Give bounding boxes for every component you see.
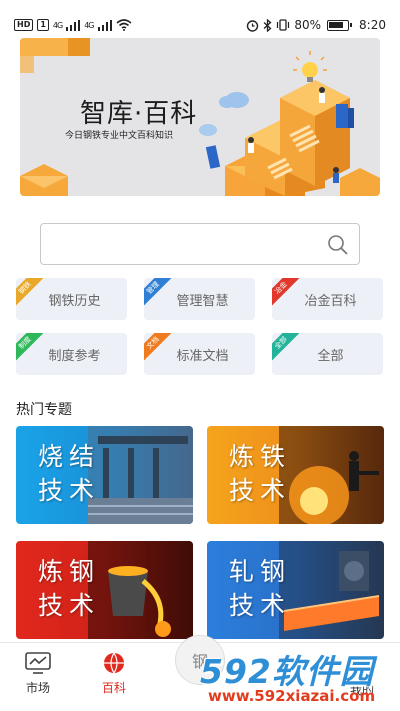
status-left: HD 1 4G 4G bbox=[14, 19, 132, 31]
clock: 8:20 bbox=[359, 18, 386, 32]
search-icon[interactable] bbox=[327, 234, 349, 256]
category-label: 钢铁历史 bbox=[48, 293, 101, 309]
hd-badge: HD bbox=[14, 19, 34, 31]
topic-card-ironmaking[interactable]: 炼铁 技术 bbox=[207, 426, 384, 524]
topic-title-line2: 技术 bbox=[38, 476, 101, 505]
topic-title: 炼钢 技术 bbox=[38, 555, 108, 623]
watermark-url: www.592xiazai.com bbox=[208, 687, 376, 705]
topic-card-steelmaking[interactable]: 炼钢 技术 bbox=[16, 541, 193, 639]
market-chart-icon bbox=[25, 652, 51, 674]
topic-title: 烧结 技术 bbox=[38, 440, 108, 508]
signal-icon bbox=[66, 19, 81, 31]
tab-market-label: 市场 bbox=[25, 681, 50, 695]
category-tag: 管理 bbox=[144, 278, 173, 308]
encyclopedia-globe-icon bbox=[104, 652, 124, 674]
status-right: 80% 8:20 bbox=[246, 18, 386, 32]
category-label: 全部 bbox=[317, 348, 344, 364]
signal-icon-2 bbox=[97, 19, 112, 31]
section-title-hot-topics: 热门专题 bbox=[16, 402, 72, 418]
battery-icon bbox=[327, 19, 353, 31]
category-label: 冶金百科 bbox=[304, 293, 357, 309]
category-tag: 文档 bbox=[144, 333, 173, 363]
category-tag: 制度 bbox=[16, 333, 45, 363]
hero-banner[interactable]: 智库·百科 今日钢铁专业中文百科知识 bbox=[20, 38, 380, 196]
category-label: 管理智慧 bbox=[176, 293, 229, 309]
topic-title-line1: 轧钢 bbox=[229, 557, 292, 586]
category-tag: 钢铁 bbox=[16, 278, 45, 308]
category-metallurgy[interactable]: 冶金 冶金百科 bbox=[272, 278, 383, 320]
banner-subtitle: 今日钢铁专业中文百科知识 bbox=[65, 131, 174, 141]
tab-encyclopedia[interactable]: 百科 bbox=[84, 651, 144, 696]
banner-illustration bbox=[20, 38, 380, 196]
category-management[interactable]: 管理 管理智慧 bbox=[144, 278, 255, 320]
search-input[interactable] bbox=[41, 224, 311, 264]
category-all[interactable]: 全部 全部 bbox=[272, 333, 383, 375]
category-standards[interactable]: 文档 标准文档 bbox=[144, 333, 255, 375]
watermark-logo: 592软件园 www.592xiazai.com bbox=[198, 645, 398, 709]
topic-card-rolling[interactable]: 轧钢 技术 bbox=[207, 541, 384, 639]
category-label: 标准文档 bbox=[176, 348, 229, 364]
alarm-icon bbox=[247, 19, 259, 32]
network-type-1: 4G bbox=[52, 20, 63, 30]
tab-encyclopedia-label: 百科 bbox=[101, 681, 126, 695]
topic-title: 轧钢 技术 bbox=[229, 555, 299, 623]
wifi-icon bbox=[115, 19, 132, 31]
bluetooth-icon bbox=[263, 18, 272, 32]
topic-title-line2: 技术 bbox=[38, 591, 101, 620]
topic-title-line1: 炼铁 bbox=[229, 442, 292, 471]
battery-percent: 80% bbox=[294, 18, 322, 32]
topic-title-line2: 技术 bbox=[229, 476, 292, 505]
topic-card-sintering[interactable]: 烧结 技术 bbox=[16, 426, 193, 524]
sim-badge: 1 bbox=[37, 19, 49, 31]
category-tag: 冶金 bbox=[272, 278, 301, 308]
category-grid: 钢铁 钢铁历史 管理 管理智慧 冶金 冶金百科 制度 制度参考 文档 标准文档 … bbox=[16, 278, 386, 375]
topic-title: 炼铁 技术 bbox=[229, 440, 299, 508]
category-steel-history[interactable]: 钢铁 钢铁历史 bbox=[16, 278, 127, 320]
topic-title-line2: 技术 bbox=[229, 591, 292, 620]
category-label: 制度参考 bbox=[48, 348, 101, 364]
watermark-brand: 592软件园 bbox=[200, 652, 374, 691]
topic-title-line1: 炼钢 bbox=[38, 557, 101, 586]
network-type-2: 4G bbox=[84, 20, 94, 30]
search-bar[interactable] bbox=[40, 223, 360, 265]
topic-title-line1: 烧结 bbox=[38, 442, 101, 471]
vibrate-icon bbox=[277, 19, 290, 31]
tab-market[interactable]: 市场 bbox=[8, 651, 68, 696]
category-regulations[interactable]: 制度 制度参考 bbox=[16, 333, 127, 375]
category-tag: 全部 bbox=[272, 333, 301, 363]
banner-title: 智库·百科 bbox=[80, 99, 198, 129]
